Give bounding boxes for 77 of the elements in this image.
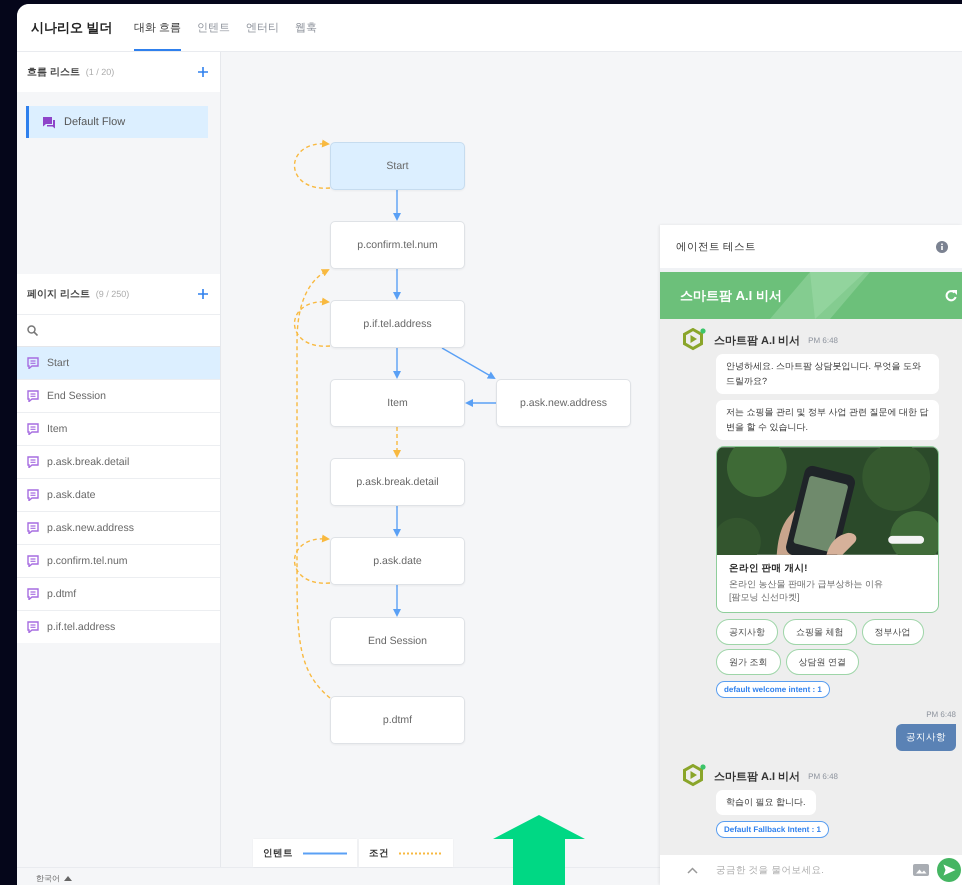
tab[interactable]: 웹훅: [295, 4, 318, 51]
language-selector[interactable]: 한국어: [36, 873, 72, 884]
flow-node[interactable]: p.if.tel.address: [330, 300, 465, 348]
flow-node[interactable]: End Session: [330, 617, 465, 665]
page-item[interactable]: p.if.tel.address: [17, 611, 220, 643]
sender-name: 스마트팜 A.I 비서: [714, 770, 800, 784]
tab[interactable]: 엔터티: [246, 4, 280, 51]
quick-reply-button[interactable]: 정부사업: [862, 619, 924, 645]
flow-item[interactable]: Default Flow: [26, 106, 208, 138]
speech-bubble-icon: [27, 423, 39, 435]
bot-title: 스마트팜 A.I 비서: [680, 286, 782, 304]
chevron-up-icon[interactable]: [687, 866, 698, 874]
send-button[interactable]: [937, 858, 961, 882]
intent-tag: default welcome intent : 1: [716, 681, 830, 698]
refresh-icon[interactable]: [945, 289, 958, 302]
page-item[interactable]: Item: [17, 413, 220, 445]
page-item[interactable]: p.dtmf: [17, 578, 220, 610]
image-icon[interactable]: [913, 864, 929, 876]
flow-node[interactable]: p.confirm.tel.num: [330, 221, 465, 269]
flow-node[interactable]: Item: [330, 379, 465, 427]
flow-node[interactable]: Start: [330, 142, 465, 190]
quick-reply-button[interactable]: 쇼핑몰 체험: [783, 619, 857, 645]
message-bubble: 공지사항: [896, 724, 956, 751]
quick-reply-button[interactable]: 상담원 연결: [786, 649, 860, 675]
search-icon: [27, 325, 38, 336]
chat-input-bar[interactable]: 궁금한 것을 물어보세요.: [660, 855, 962, 885]
message-bubble: 학습이 필요 합니다.: [716, 790, 816, 815]
speech-bubble-icon: [27, 555, 39, 567]
hexagon-logo-icon: [682, 328, 706, 352]
speech-bubble-icon: [27, 456, 39, 468]
sender-name: 스마트팜 A.I 비서: [714, 334, 800, 348]
page-item[interactable]: Start: [17, 347, 220, 379]
flow-node[interactable]: p.ask.date: [330, 537, 465, 585]
info-icon[interactable]: [936, 240, 948, 252]
app-title: 시나리오 빌더: [30, 18, 114, 36]
quick-reply-button[interactable]: 원가 조회: [716, 649, 781, 675]
panel-title: 에이전트 테스트: [676, 240, 756, 254]
hexagon-logo-icon: [682, 764, 706, 788]
item-count: (1 / 20): [86, 67, 116, 77]
speech-bubble-icon: [27, 621, 39, 633]
message-card[interactable]: 온라인 판매 개시! 온라인 농산물 판매가 급부상하는 이유 [팜모닝 신선마켓]: [716, 446, 939, 613]
section-title: 페이지 리스트: [27, 288, 90, 301]
message-bubble: 안녕하세요. 스마트팜 상담봇입니다. 무엇을 도와드릴까요?: [716, 354, 939, 394]
flow-node[interactable]: p.dtmf: [330, 696, 465, 744]
tab[interactable]: 인텐트: [197, 4, 230, 51]
speech-bubble-icon: [27, 390, 39, 402]
legend-item: 인텐트: [253, 839, 357, 867]
message-time: PM 6:48: [926, 710, 956, 719]
intent-tag: Default Fallback Intent : 1: [716, 821, 829, 838]
add-icon[interactable]: [198, 289, 208, 299]
card-text: [팜모닝 신선마켓]: [729, 591, 801, 604]
speech-bubble-icon: [27, 522, 39, 534]
speech-bubble-icon: [27, 489, 39, 501]
message-bubble: 저는 쇼핑몰 관리 및 정부 사업 관련 질문에 대한 답변을 할 수 있습니다.: [716, 400, 939, 440]
speech-bubble-icon: [27, 588, 39, 600]
flow-node[interactable]: p.ask.break.detail: [330, 458, 465, 506]
message-time: PM 6:48: [808, 772, 838, 780]
page-item[interactable]: p.ask.date: [17, 479, 220, 511]
message-input[interactable]: 궁금한 것을 물어보세요.: [706, 864, 905, 876]
add-icon[interactable]: [198, 67, 208, 77]
card-title: 온라인 판매 개시!: [729, 562, 808, 575]
page-item[interactable]: p.confirm.tel.num: [17, 545, 220, 577]
flow-node[interactable]: p.ask.new.address: [496, 379, 631, 427]
speech-bubble-icon: [27, 357, 39, 369]
page-item[interactable]: p.ask.new.address: [17, 512, 220, 544]
message-time: PM 6:48: [808, 336, 838, 344]
section-title: 흐름 리스트: [27, 66, 80, 79]
page-item[interactable]: End Session: [17, 380, 220, 412]
item-count: (9 / 250): [96, 289, 130, 299]
quick-reply-button[interactable]: 공지사항: [716, 619, 778, 645]
legend-item: 조건: [359, 839, 453, 867]
up-arrow-icon: [493, 815, 585, 885]
caret-icon: [64, 876, 72, 881]
search-field[interactable]: [17, 314, 220, 346]
chat-bubbles-icon: [42, 116, 56, 128]
page-item[interactable]: p.ask.break.detail: [17, 446, 220, 478]
card-text: 온라인 농산물 판매가 급부상하는 이유: [729, 578, 884, 591]
